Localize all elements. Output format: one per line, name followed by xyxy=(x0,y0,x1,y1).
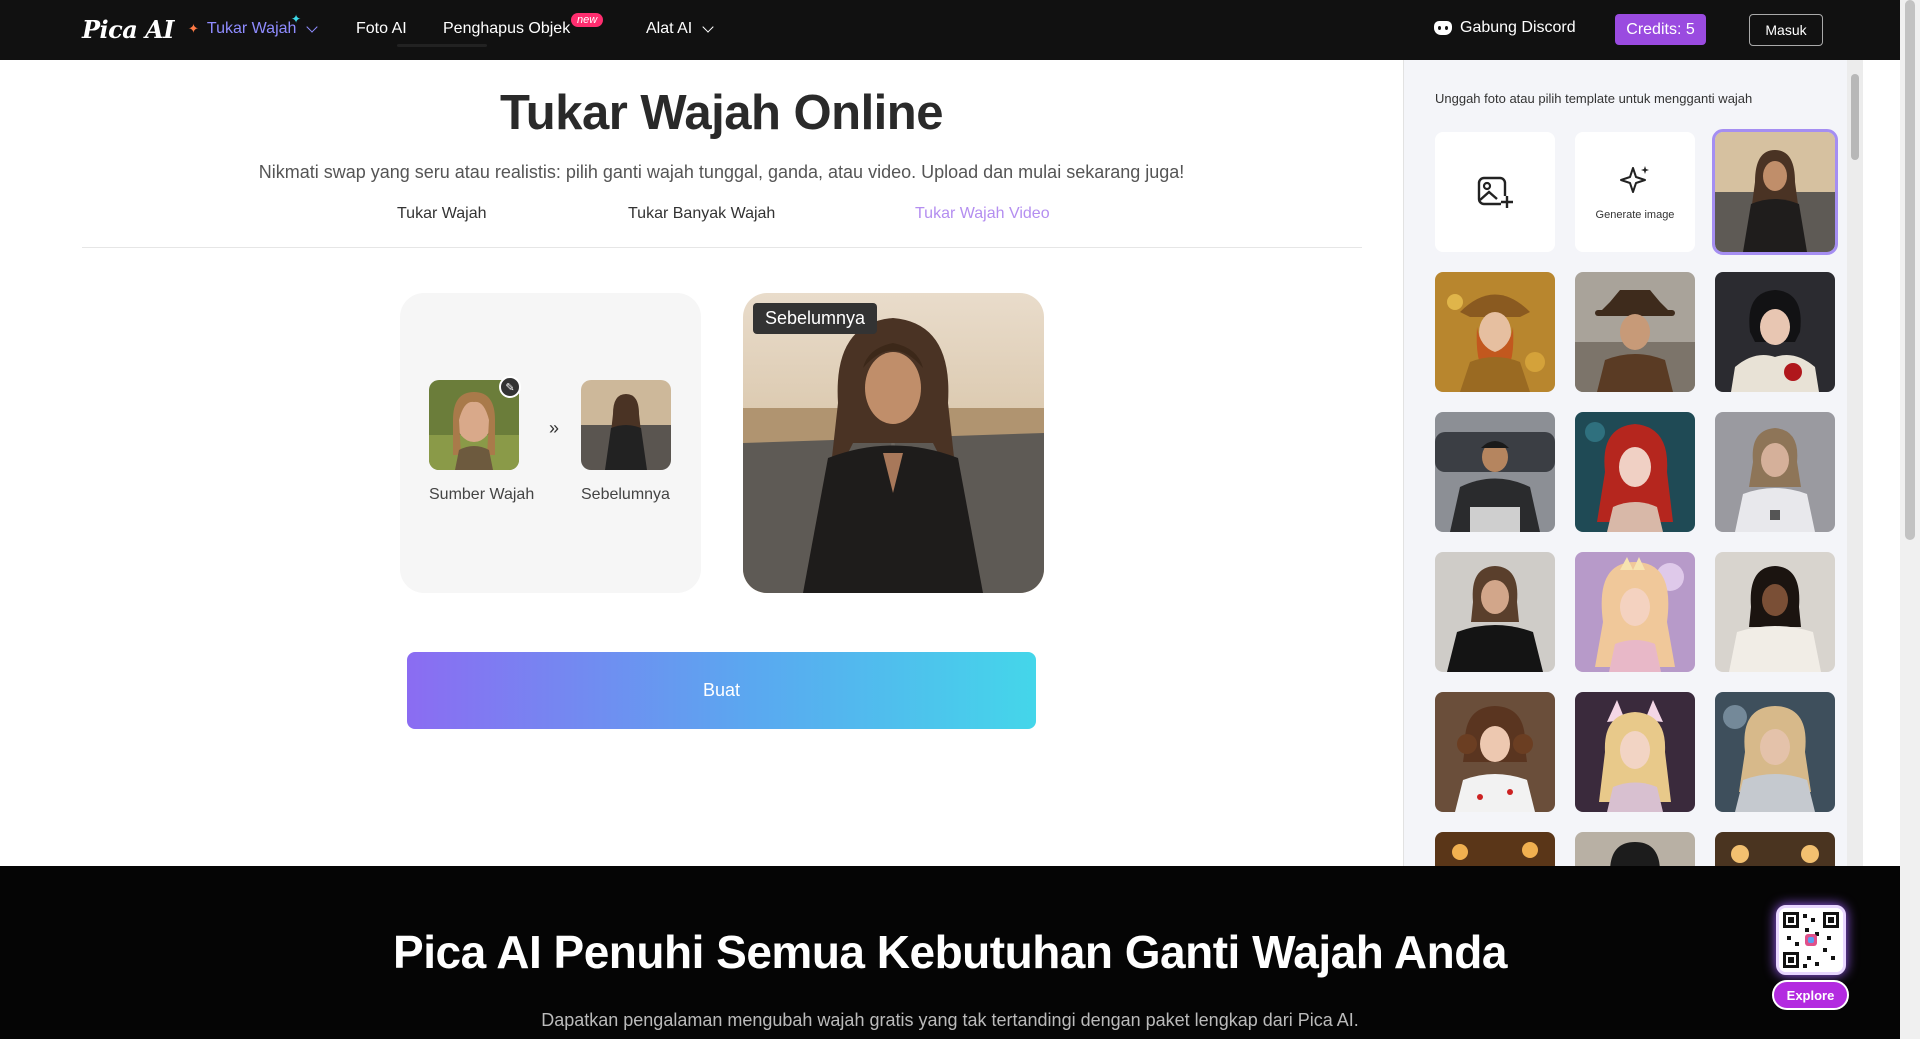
template-tile[interactable] xyxy=(1575,552,1695,672)
nav-tukar-wajah[interactable]: ✦ Tukar Wajah ✦ xyxy=(188,12,319,38)
preview-tag: Sebelumnya xyxy=(753,303,878,334)
tab-tukar-wajah[interactable]: Tukar Wajah xyxy=(397,205,487,223)
top-nav: Pica AI ✦ Tukar Wajah ✦ Foto AI Penghapu… xyxy=(0,0,1920,60)
template-panel: Unggah foto atau pilih template untuk me… xyxy=(1403,60,1862,866)
panel-scrollbar[interactable] xyxy=(1847,60,1863,866)
sparkle-small-icon: ✦ xyxy=(291,12,302,26)
credits-button[interactable]: Credits: 5 xyxy=(1615,14,1706,45)
template-tile[interactable] xyxy=(1435,412,1555,532)
template-tile[interactable] xyxy=(1575,692,1695,812)
tab-tukar-banyak-wajah[interactable]: Tukar Banyak Wajah xyxy=(628,205,775,223)
arrow-icon: » xyxy=(549,418,560,438)
template-tile[interactable] xyxy=(1715,692,1835,812)
template-tile[interactable] xyxy=(1575,272,1695,392)
chevron-down-icon xyxy=(306,21,319,33)
nav-penghapus-objek-label: Penghapus Objek xyxy=(443,20,571,37)
template-tile[interactable] xyxy=(1715,832,1835,866)
template-tile[interactable] xyxy=(1575,832,1695,866)
nav-alat-ai[interactable]: Alat AI xyxy=(646,20,714,38)
qr-code-icon[interactable] xyxy=(1776,905,1846,975)
mode-tabs: Tukar Wajah Tukar Banyak Wajah Tukar Waj… xyxy=(82,200,1362,248)
sparkle-icon: ✦ xyxy=(188,21,199,36)
upload-photo-button[interactable] xyxy=(1435,132,1555,252)
nav-foto-ai-label: Foto AI xyxy=(356,20,407,37)
logo[interactable]: Pica AI xyxy=(82,15,175,44)
page-subtitle: Nikmati swap yang seru atau realistis: p… xyxy=(258,162,1185,182)
template-tile[interactable] xyxy=(1575,412,1695,532)
template-tile[interactable] xyxy=(1715,412,1835,532)
template-tile[interactable] xyxy=(1715,552,1835,672)
nav-foto-ai[interactable]: Foto AI xyxy=(356,20,407,38)
panel-hint: Unggah foto atau pilih template untuk me… xyxy=(1435,91,1753,106)
page-title: Tukar Wajah Online xyxy=(500,86,943,140)
features-subtitle: Dapatkan pengalaman mengubah wajah grati… xyxy=(541,1010,1359,1030)
panel-scrollbar-thumb[interactable] xyxy=(1851,74,1859,160)
sparkles-icon xyxy=(1620,166,1649,193)
new-badge: new xyxy=(571,13,604,27)
template-tile[interactable] xyxy=(1435,272,1555,392)
template-tile[interactable] xyxy=(1435,832,1555,866)
target-thumbnail[interactable] xyxy=(581,380,671,470)
image-add-icon xyxy=(1477,176,1513,208)
template-tile[interactable] xyxy=(1435,692,1555,812)
discord-link[interactable]: Gabung Discord xyxy=(1434,19,1576,37)
discord-label: Gabung Discord xyxy=(1460,19,1576,36)
nav-penghapus-objek[interactable]: Penghapus Objek new xyxy=(443,13,604,38)
page-scrollbar-thumb[interactable] xyxy=(1905,0,1915,540)
template-tile[interactable] xyxy=(1435,552,1555,672)
edit-icon[interactable]: ✎ xyxy=(499,376,521,398)
nav-tukar-wajah-label: Tukar Wajah xyxy=(206,20,297,37)
tab-tukar-wajah-video[interactable]: Tukar Wajah Video xyxy=(915,205,1050,223)
generate-image-button[interactable]: Generate image xyxy=(1575,132,1695,252)
generate-button[interactable]: Buat xyxy=(407,652,1036,729)
explore-button[interactable]: Explore xyxy=(1772,980,1849,1010)
generate-image-label: Generate image xyxy=(1595,209,1675,221)
active-tab-indicator xyxy=(397,44,487,47)
login-button[interactable]: Masuk xyxy=(1749,14,1823,46)
template-tile[interactable] xyxy=(1712,129,1838,255)
target-label: Sebelumnya xyxy=(581,486,670,503)
result-preview-image xyxy=(743,293,1044,593)
nav-alat-ai-label: Alat AI xyxy=(646,20,693,37)
source-face-label: Sumber Wajah xyxy=(429,486,535,503)
template-tile[interactable] xyxy=(1715,272,1835,392)
features-title: Pica AI Penuhi Semua Kebutuhan Ganti Waj… xyxy=(393,926,1507,978)
discord-icon xyxy=(1434,21,1452,35)
chevron-down-icon xyxy=(702,21,714,33)
